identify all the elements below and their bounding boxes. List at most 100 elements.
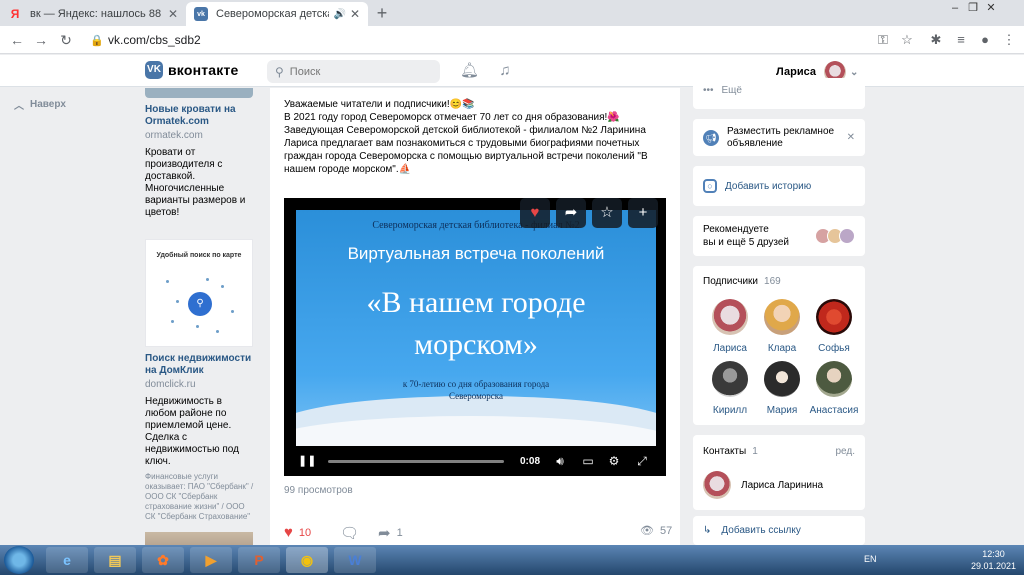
video-favorite-button[interactable]: ☆	[592, 198, 622, 228]
contact-item[interactable]: Лариса Ларинина	[693, 467, 865, 503]
like-count: 10	[298, 526, 312, 539]
close-icon[interactable]: ✕	[847, 132, 855, 143]
restore-icon[interactable]: ❐	[964, 0, 982, 16]
forward-icon[interactable]: →	[32, 31, 50, 49]
video-action-buttons: ♥ ➦ ☆ +	[520, 198, 664, 228]
miniplayer-icon[interactable]: ▭	[580, 454, 596, 468]
back-icon[interactable]: ←	[8, 31, 26, 49]
reload-icon[interactable]: ↻	[57, 31, 75, 49]
contacts-block: Контакты 1 ред. Лариса Ларинина	[693, 435, 865, 510]
ad-domain: ormatek.com	[145, 130, 203, 141]
powerpoint-taskbar-icon[interactable]: P	[238, 547, 280, 573]
avatar	[816, 299, 852, 335]
chrome-taskbar-icon[interactable]: ◉	[286, 547, 328, 573]
close-window-icon[interactable]: ✕	[982, 0, 1000, 16]
subscriber[interactable]: Мария	[757, 361, 807, 416]
media-taskbar-icon[interactable]: ✿	[142, 547, 184, 573]
notifications-bell-icon[interactable]: 🔔︎	[460, 62, 479, 80]
close-tab-icon[interactable]: ✕	[350, 7, 360, 21]
video-add-button[interactable]: +	[628, 198, 658, 228]
profile-icon[interactable]: ●	[976, 31, 994, 49]
recommend-row[interactable]: Рекомендуете вы и ещё 5 друзей	[693, 216, 865, 256]
ad-domain: domclick.ru	[145, 379, 196, 390]
instagram-story-icon: ○	[703, 179, 717, 193]
subscriber[interactable]: Клара	[757, 299, 807, 354]
add-link-button[interactable]: ↳ Добавить ссылку	[693, 516, 865, 545]
start-button[interactable]	[4, 546, 34, 574]
share-button[interactable]: ➦ 1	[378, 524, 403, 542]
avatar	[816, 361, 852, 397]
ad-image[interactable]	[145, 88, 253, 98]
edit-contacts-link[interactable]: ред.	[835, 446, 855, 457]
contacts-count: 1	[752, 445, 758, 457]
story-block: ○ Добавить историю	[693, 166, 865, 206]
subscriber[interactable]: Софья	[809, 299, 859, 354]
audio-icon[interactable]: 🔊	[333, 9, 345, 20]
add-link-label: Добавить ссылку	[721, 525, 801, 536]
advertise-block: 📢︎ Разместить рекламное объявление ✕	[693, 119, 865, 156]
language-indicator[interactable]: EN	[864, 554, 877, 564]
video-progress-bar[interactable]	[328, 460, 504, 463]
back-to-top[interactable]: ︿ Наверх	[14, 97, 66, 112]
subscriber[interactable]: Лариса	[705, 299, 755, 354]
fullscreen-icon[interactable]: ⤢	[634, 454, 650, 469]
wall-post: Уважаемые читатели и подписчики!😊📚 В 202…	[270, 88, 680, 548]
comment-button[interactable]: 🗨︎	[340, 524, 365, 542]
subscriber[interactable]: Анастасия	[809, 361, 859, 416]
new-tab-button[interactable]: +	[372, 4, 392, 24]
link-icon: ↳	[703, 525, 712, 536]
ads-column: Новые кровати на Ormatek.com ormatek.com…	[145, 88, 255, 566]
video-editor-taskbar-icon[interactable]: ▶	[190, 547, 232, 573]
vk-logo[interactable]: VK вконтакте	[145, 61, 239, 79]
extensions-icon[interactable]: ✱	[927, 31, 945, 49]
heart-icon: ♥	[284, 524, 293, 541]
search-box[interactable]: ⚲	[267, 60, 440, 83]
more-label: Ещё	[721, 84, 742, 96]
like-button[interactable]: ♥ 10	[284, 524, 311, 541]
subscriber[interactable]: Кирилл	[705, 361, 755, 416]
video-player[interactable]: Североморская детская библиотека - филиа…	[284, 198, 666, 476]
slide-subtitle: Виртуальная встреча поколений	[347, 244, 605, 263]
more-link[interactable]: ••• Ещё	[693, 78, 865, 100]
subscriber-name: Мария	[766, 405, 798, 416]
video-share-button[interactable]: ➦	[556, 198, 586, 228]
ad-title[interactable]: Поиск недвижимости на ДомКлик	[145, 353, 255, 377]
volume-icon[interactable]: 🔊︎	[552, 454, 568, 469]
word-taskbar-icon[interactable]: W	[334, 547, 376, 573]
subscriber-name: Клара	[767, 343, 797, 354]
search-input[interactable]	[289, 65, 420, 78]
close-tab-icon[interactable]: ✕	[168, 7, 178, 21]
key-icon[interactable]: ⚿	[874, 31, 892, 49]
share-icon: ➦	[378, 525, 391, 542]
explorer-taskbar-icon[interactable]: ▤	[94, 547, 136, 573]
subscribers-count: 169	[764, 275, 781, 287]
ad-map-image[interactable]: Удобный поиск по карте ⚲	[145, 239, 253, 347]
ad-title[interactable]: Новые кровати на Ormatek.com	[145, 104, 255, 128]
minimize-icon[interactable]: –	[946, 0, 964, 16]
advertise-link[interactable]: 📢︎ Разместить рекламное объявление ✕	[693, 119, 865, 156]
avatar	[764, 299, 800, 335]
settings-gear-icon[interactable]: ⚙	[606, 454, 622, 468]
menu-icon[interactable]: ⋮	[1000, 31, 1018, 49]
video-like-button[interactable]: ♥	[520, 198, 550, 228]
pause-icon[interactable]: ❚❚	[298, 454, 316, 467]
reading-list-icon[interactable]: ≡	[952, 31, 970, 49]
friends-avatars	[815, 228, 855, 244]
tab-vk[interactable]: vk Североморская детская биб 🔊 ✕	[186, 2, 368, 26]
clock-time: 12:30	[982, 549, 1005, 559]
subscribers-header[interactable]: Подписчики 169	[693, 266, 865, 296]
add-story-label: Добавить историю	[725, 180, 812, 192]
ad-image-caption: Удобный поиск по карте	[156, 252, 242, 259]
contacts-label[interactable]: Контакты	[703, 446, 746, 457]
ie-taskbar-icon[interactable]: e	[46, 547, 88, 573]
view-count: 57	[659, 524, 673, 537]
star-icon[interactable]: ☆	[898, 31, 916, 49]
tab-yandex[interactable]: Я вк — Яндекс: нашлось 88 млн р ✕	[0, 2, 186, 26]
add-story-button[interactable]: ○ Добавить историю	[693, 166, 865, 206]
url-field[interactable]: 🔒 vk.com/cbs_sdb2	[82, 29, 862, 51]
clock[interactable]: 12:30 29.01.2021	[971, 548, 1016, 572]
share-count: 1	[396, 527, 403, 539]
map-search-icon: ⚲	[188, 292, 212, 316]
music-icon[interactable]: ♫	[496, 62, 514, 80]
browser-tab-bar: Я вк — Яндекс: нашлось 88 млн р ✕ vk Сев…	[0, 0, 1024, 26]
